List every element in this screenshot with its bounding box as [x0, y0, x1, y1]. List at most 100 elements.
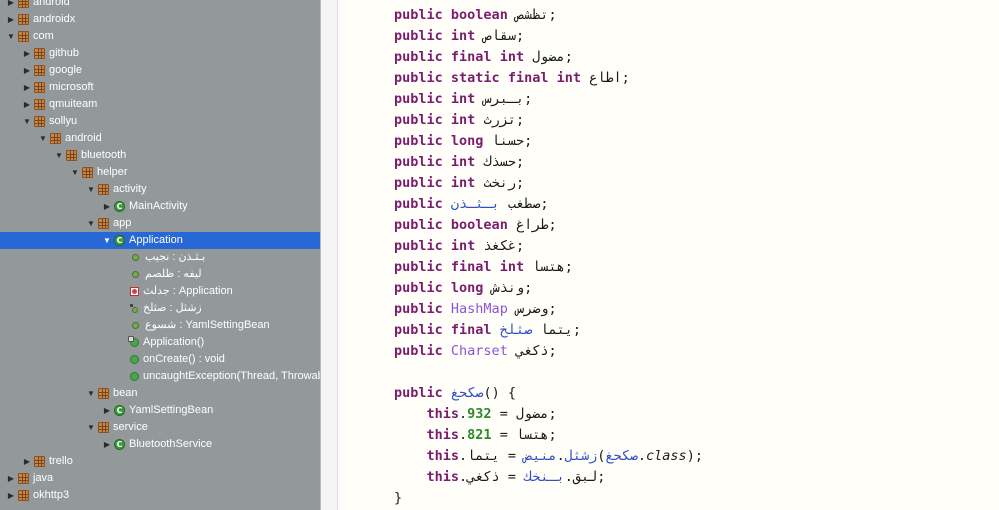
- collapsed-arrow-icon[interactable]: ▶: [22, 96, 32, 113]
- code-token-sp: [443, 301, 451, 317]
- expanded-arrow-icon[interactable]: ▼: [38, 130, 48, 147]
- expanded-arrow-icon[interactable]: ▼: [86, 215, 96, 232]
- tree-node-constructor[interactable]: Application(): [0, 334, 320, 351]
- tree-node-package[interactable]: ▶ okhttp3: [0, 487, 320, 504]
- code-token-kw: int: [450, 175, 476, 191]
- expanded-arrow-icon[interactable]: ▼: [102, 232, 112, 249]
- tree-node-setter[interactable]: زشثل : صثلخ: [0, 300, 320, 317]
- tree-node-package[interactable]: ▼ com: [0, 28, 320, 45]
- code-token-punct: () {: [483, 385, 516, 401]
- code-line: public صكحغ() {: [394, 383, 516, 404]
- code-token-kw: this: [426, 469, 460, 485]
- method-icon: [130, 372, 139, 381]
- code-token-sp: [443, 217, 451, 233]
- tree-node-label: github: [49, 47, 79, 59]
- collapsed-arrow-icon[interactable]: ▶: [22, 62, 32, 79]
- code-line: public long حسنا;: [394, 131, 532, 152]
- tree-node-class[interactable]: ▼ C Application: [0, 232, 320, 249]
- tree-node-package[interactable]: ▶ trello: [0, 453, 320, 470]
- tree-node-label: androidx: [33, 13, 76, 25]
- tree-node-class[interactable]: ▶ C BluetoothService: [0, 436, 320, 453]
- tree-node-package[interactable]: ▶ microsoft: [0, 79, 320, 96]
- code-token-ident: سقاص: [483, 28, 516, 44]
- tree-node-package[interactable]: ▼ activity: [0, 181, 320, 198]
- tree-node-package[interactable]: ▼ service: [0, 419, 320, 436]
- expanded-arrow-icon[interactable]: ▼: [22, 113, 32, 130]
- tree-node-label: bean: [113, 387, 138, 399]
- code-token-punct: ;: [515, 112, 525, 128]
- tree-node-method[interactable]: onCreate() : void: [0, 351, 320, 368]
- tree-node-class[interactable]: ▶ C MainActivity: [0, 198, 320, 215]
- collapsed-arrow-icon[interactable]: ▶: [102, 436, 112, 453]
- expanded-arrow-icon[interactable]: ▼: [86, 181, 96, 198]
- collapsed-arrow-icon[interactable]: ▶: [6, 11, 16, 28]
- tree-node-package[interactable]: ▼ helper: [0, 164, 320, 181]
- expanded-arrow-icon[interactable]: ▼: [86, 385, 96, 402]
- code-line: public int سقاص;: [394, 26, 524, 47]
- code-token-punct: ;: [515, 238, 525, 254]
- tree-node-label: onCreate() : void: [143, 353, 225, 365]
- code-token-kw: int: [556, 70, 582, 86]
- collapsed-arrow-icon[interactable]: ▶: [102, 198, 112, 215]
- tree-node-package[interactable]: ▶ android: [0, 0, 320, 11]
- code-token-sp: [443, 49, 451, 65]
- tree-node-package[interactable]: ▶ google: [0, 62, 320, 79]
- tree-node-package[interactable]: ▼ bean: [0, 385, 320, 402]
- package-icon: [98, 388, 109, 399]
- tree-node-class[interactable]: ▶ C YamlSettingBean: [0, 402, 320, 419]
- code-line: public صطغب بـثـذن;: [394, 194, 549, 215]
- tree-node-package[interactable]: ▶ github: [0, 45, 320, 62]
- tree-node-label: com: [33, 30, 54, 42]
- collapsed-arrow-icon[interactable]: ▶: [6, 470, 16, 487]
- collapsed-arrow-icon[interactable]: ▶: [102, 402, 112, 419]
- setter-field-icon: [130, 304, 139, 313]
- tree-node-label: جدلث : Application: [143, 285, 233, 297]
- expanded-arrow-icon[interactable]: ▼: [6, 28, 16, 45]
- tree-node-field[interactable]: ليفه : ظلصم: [0, 266, 320, 283]
- code-token-kw: long: [450, 280, 484, 296]
- tree-node-package[interactable]: ▶ java: [0, 470, 320, 487]
- package-icon: [18, 14, 29, 25]
- expanded-arrow-icon[interactable]: ▼: [54, 147, 64, 164]
- tree-node-field[interactable]: بـثـذن : نجيب: [0, 249, 320, 266]
- field-icon: [130, 271, 141, 278]
- code-line: public long ونذش;: [394, 278, 532, 299]
- code-line: public int حسذك;: [394, 152, 524, 173]
- code-token-kw: public: [394, 259, 443, 275]
- tree-node-package[interactable]: ▶ androidx: [0, 11, 320, 28]
- package-icon: [18, 473, 29, 484]
- code-token-sp: [394, 406, 427, 422]
- project-tree-panel[interactable]: ▶ android ▶ androidx ▼ com ▶ github ▶ google ▶ micr…: [0, 0, 320, 510]
- code-token-kw: public: [394, 154, 443, 170]
- code-editor[interactable]: public boolean تظشص; public int سقاص; publ…: [339, 0, 999, 510]
- tree-node-package[interactable]: ▶ qmuiteam: [0, 96, 320, 113]
- code-token-punct: );: [686, 448, 703, 464]
- expanded-arrow-icon[interactable]: ▼: [70, 164, 80, 181]
- tree-node-static-field[interactable]: جدلث : Application: [0, 283, 320, 300]
- tree-node-label: qmuiteam: [49, 98, 98, 110]
- tree-node-package[interactable]: ▼ bluetooth: [0, 147, 320, 164]
- code-token-punct: .: [459, 406, 468, 422]
- collapsed-arrow-icon[interactable]: ▶: [22, 45, 32, 62]
- code-token-kw: public: [394, 70, 443, 86]
- tree-node-method[interactable]: uncaughtException(Thread, Throwable) : v…: [0, 368, 320, 385]
- tree-node-field[interactable]: شسوع : YamlSettingBean: [0, 317, 320, 334]
- code-token-punct: .: [637, 448, 647, 464]
- code-line: public boolean تظشص;: [394, 5, 557, 26]
- code-token-punct: ;: [524, 133, 533, 149]
- tree-node-label: app: [113, 217, 132, 229]
- collapsed-arrow-icon[interactable]: ▶: [22, 79, 32, 96]
- collapsed-arrow-icon[interactable]: ▶: [6, 0, 16, 11]
- collapsed-arrow-icon[interactable]: ▶: [6, 487, 16, 504]
- panel-divider[interactable]: [320, 0, 338, 510]
- expanded-arrow-icon[interactable]: ▼: [86, 419, 96, 436]
- tree-node-label: YamlSettingBean: [129, 404, 214, 416]
- tree-node-package[interactable]: ▼ android: [0, 130, 320, 147]
- code-token-ident: طراغ: [515, 217, 549, 233]
- package-icon: [98, 184, 109, 195]
- code-token-ident: ونذش: [491, 280, 525, 296]
- tree-node-package[interactable]: ▼ sollyu: [0, 113, 320, 130]
- tree-node-package[interactable]: ▼ app: [0, 215, 320, 232]
- tree-node-label: google: [49, 64, 83, 76]
- collapsed-arrow-icon[interactable]: ▶: [22, 453, 32, 470]
